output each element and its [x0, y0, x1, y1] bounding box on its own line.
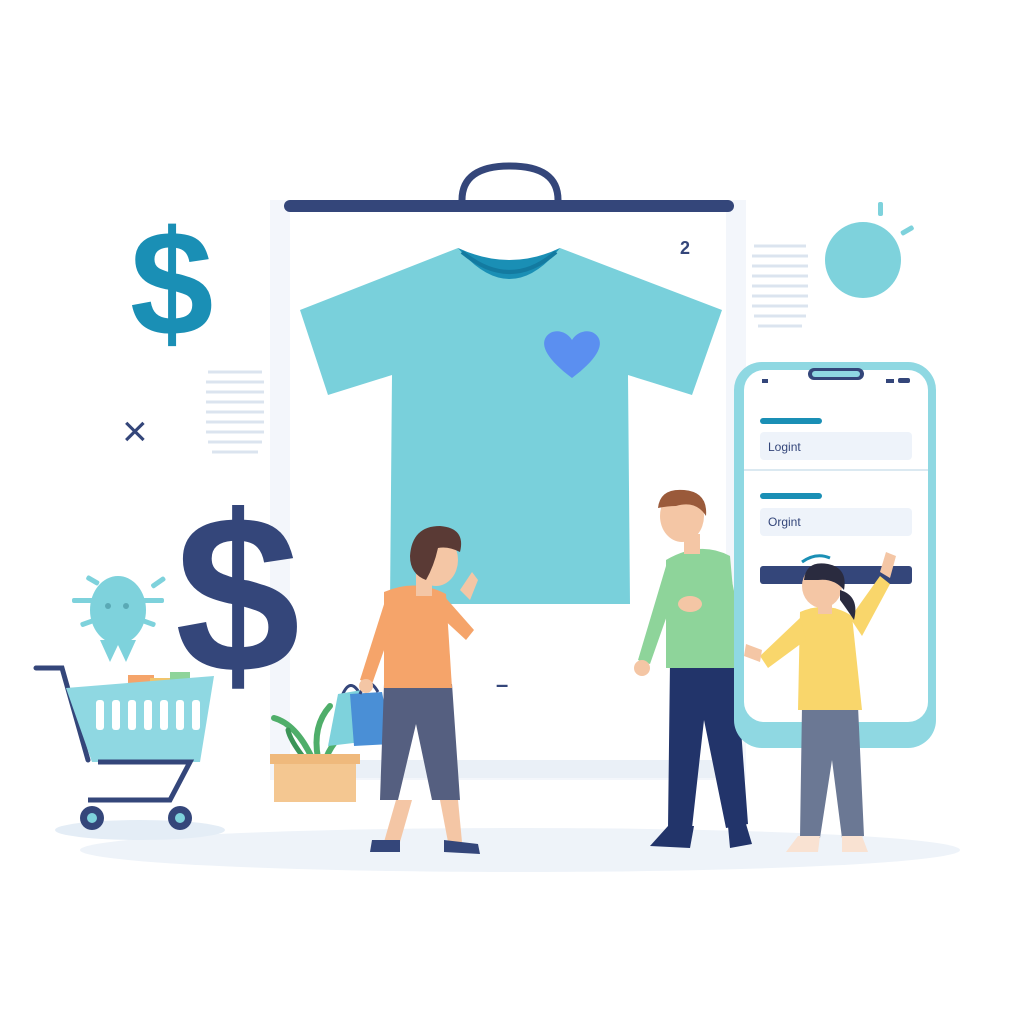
origin-field-label: Orgint	[768, 515, 801, 529]
dollar-icon: $	[130, 199, 213, 367]
board-dash: –	[496, 672, 508, 697]
text-lines-decoration	[206, 370, 264, 454]
cart-shadow	[55, 820, 225, 840]
shopping-cart-icon	[33, 665, 214, 830]
shopping-illustration: 2 – $ $ × Logint Orgint	[33, 162, 960, 872]
close-icon: ×	[122, 407, 148, 456]
text-lines-decoration	[752, 244, 808, 328]
login-field-label: Logint	[768, 440, 801, 454]
sun-icon	[825, 202, 914, 298]
board-number: 2	[680, 238, 690, 258]
bug-icon	[72, 575, 166, 662]
